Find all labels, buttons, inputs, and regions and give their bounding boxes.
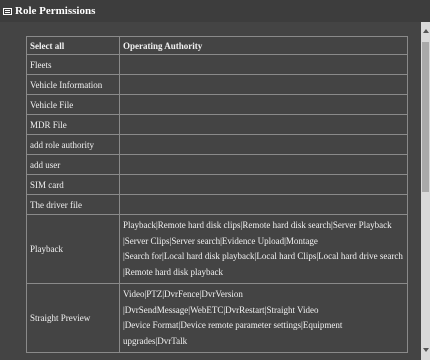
table-row: SIM card xyxy=(26,174,408,195)
operating-authority-cell xyxy=(119,154,408,175)
table-header-row: Select all Operating Authority xyxy=(26,36,408,55)
permission-name-cell[interactable]: Vehicle File xyxy=(26,94,120,115)
operation-line[interactable]: |DvrSendMessage|WebETC|DvrRestart|Straig… xyxy=(123,303,404,319)
table-row: Vehicle File xyxy=(26,94,408,115)
operating-authority-cell xyxy=(119,94,408,115)
operating-authority-cell xyxy=(119,54,408,75)
operating-authority-cell xyxy=(119,114,408,135)
operating-authority-header: Operating Authority xyxy=(119,36,408,55)
table-row: Straight Preview Video|PTZ|DvrFence|DvrVe… xyxy=(26,283,408,353)
scroll-thumb[interactable] xyxy=(422,42,429,192)
table-row: MDR File xyxy=(26,114,408,135)
grid-icon xyxy=(3,7,12,15)
permission-name-cell[interactable]: Vehicle Information xyxy=(26,74,120,95)
table-row: Fleets xyxy=(26,54,408,75)
permissions-panel: Select all Operating Authority Fleets Veh… xyxy=(0,22,430,360)
select-all-header[interactable]: Select all xyxy=(26,36,120,55)
operation-line[interactable]: Playback|Remote hard disk clips|Remote h… xyxy=(123,218,404,234)
permission-name-cell[interactable]: Playback xyxy=(26,214,120,284)
table-row: add user xyxy=(26,154,408,175)
operating-authority-cell xyxy=(119,194,408,215)
window-titlebar: Role Permissions xyxy=(0,0,430,22)
permission-name-cell[interactable]: The driver file xyxy=(26,194,120,215)
permission-name-cell[interactable]: Straight Preview xyxy=(26,283,120,353)
permission-name-cell[interactable]: add role authority xyxy=(26,134,120,155)
scroll-down-arrow-icon[interactable] xyxy=(423,348,429,352)
permission-name-cell[interactable]: Fleets xyxy=(26,54,120,75)
window-title: Role Permissions xyxy=(15,5,96,17)
operating-authority-cell xyxy=(119,174,408,195)
table-row: add role authority xyxy=(26,134,408,155)
operating-authority-cell: Video|PTZ|DvrFence|DvrVersion |DvrSendMes… xyxy=(119,283,408,353)
operation-line[interactable]: Video|PTZ|DvrFence|DvrVersion xyxy=(123,287,404,303)
permission-name-cell[interactable]: add user xyxy=(26,154,120,175)
operating-authority-cell: Playback|Remote hard disk clips|Remote h… xyxy=(119,214,408,284)
operation-line[interactable]: |Search for|Local hard disk playback|Loc… xyxy=(123,249,404,265)
table-row: Vehicle Information xyxy=(26,74,408,95)
operation-line[interactable]: |Server Clips|Server search|Evidence Upl… xyxy=(123,234,404,250)
permission-name-cell[interactable]: SIM card xyxy=(26,174,120,195)
permission-name-cell[interactable]: MDR File xyxy=(26,114,120,135)
operation-line[interactable]: |Device Format|Device remote parameter s… xyxy=(123,318,404,349)
table-row: Playback Playback|Remote hard disk clips|… xyxy=(26,214,408,284)
vertical-scrollbar[interactable] xyxy=(421,22,430,360)
permissions-table: Select all Operating Authority Fleets Veh… xyxy=(26,36,408,353)
operating-authority-cell xyxy=(119,134,408,155)
operating-authority-cell xyxy=(119,74,408,95)
table-row: The driver file xyxy=(26,194,408,215)
scroll-up-arrow-icon[interactable] xyxy=(423,29,429,33)
operation-line[interactable]: |Remote hard disk playback xyxy=(123,265,404,281)
